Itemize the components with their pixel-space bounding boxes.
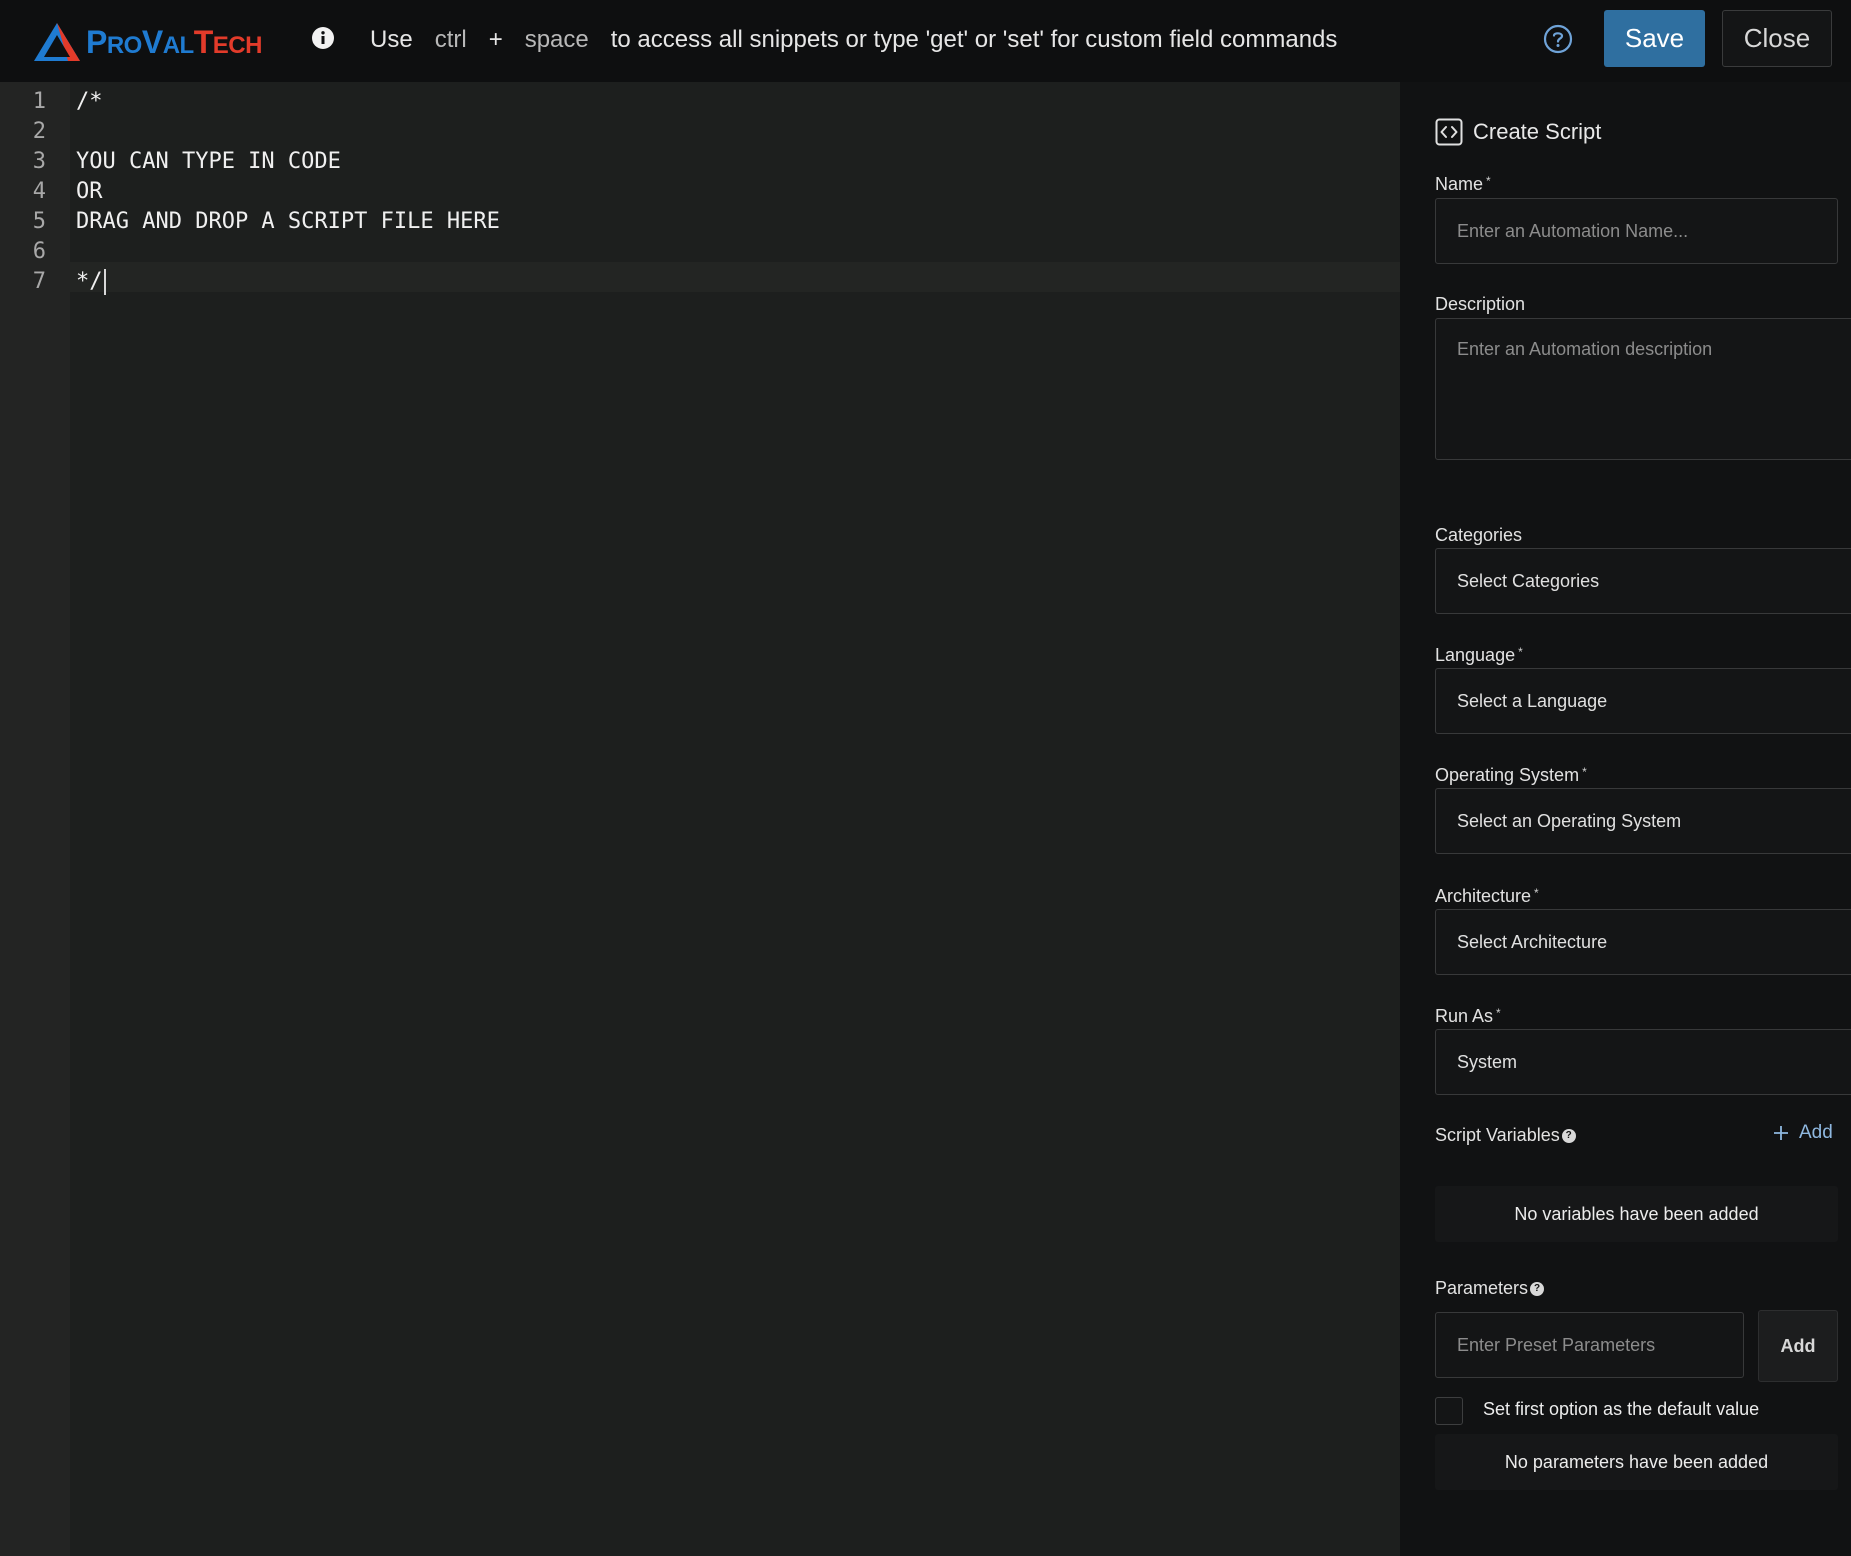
code-icon (1435, 118, 1463, 146)
provaltech-logo: PROVALTECH (32, 20, 262, 64)
language-select[interactable]: Select a Language (1435, 668, 1851, 734)
add-parameter-button[interactable]: Add (1758, 1310, 1838, 1382)
preset-parameters-input[interactable]: Enter Preset Parameters (1435, 1312, 1744, 1378)
code-line[interactable]: YOU CAN TYPE IN CODE (76, 147, 341, 177)
add-variable-button[interactable]: Add (1772, 1122, 1833, 1144)
name-label: Name * (1435, 174, 1491, 194)
panel-title: Create Script (1435, 118, 1601, 146)
snippet-hint: Use ctrl + space to access all snippets … (370, 20, 1337, 60)
name-input[interactable]: Enter an Automation Name... (1435, 198, 1838, 264)
code-line[interactable]: DRAG AND DROP A SCRIPT FILE HERE (76, 207, 500, 237)
active-line-highlight (70, 262, 1400, 292)
hint-plus: + (488, 26, 503, 53)
close-button[interactable]: Close (1722, 10, 1832, 67)
operating-system-label: Operating System * (1435, 765, 1587, 785)
default-option-label: Set first option as the default value (1483, 1399, 1760, 1419)
save-button[interactable]: Save (1604, 10, 1705, 67)
code-line-text: */ (76, 269, 103, 294)
parameters-label: Parameters? (1435, 1278, 1545, 1299)
hint-use: Use (370, 26, 413, 53)
line-number: 7 (32, 269, 46, 294)
script-variables-help-icon[interactable]: ? (1561, 1129, 1576, 1144)
hint-key-ctrl: ctrl (434, 26, 467, 53)
panel-title-text: Create Script (1473, 119, 1602, 144)
code-editor[interactable]: 1 2 3 4 5 6 7 /* YOU CAN TYPE IN CODE OR… (0, 82, 1400, 1556)
run-as-label: Run As * (1435, 1006, 1501, 1026)
parameters-empty-state: No parameters have been added (1435, 1434, 1838, 1490)
run-as-select[interactable]: System (1435, 1029, 1851, 1095)
logo-mark-icon (34, 23, 80, 61)
top-bar: PROVALTECH Use ctrl + space to access al… (0, 0, 1851, 82)
hint-key-space: space (524, 26, 589, 53)
line-number: 1 (32, 89, 46, 114)
architecture-label: Architecture * (1435, 886, 1539, 906)
hint-text: to access all snippets or type 'get' or … (610, 26, 1338, 53)
line-number: 6 (32, 239, 46, 264)
line-number: 5 (32, 209, 46, 234)
operating-system-select[interactable]: Select an Operating System (1435, 788, 1851, 854)
default-option-checkbox[interactable] (1435, 1397, 1463, 1425)
description-label: Description (1435, 294, 1526, 314)
line-number: 2 (32, 119, 46, 144)
line-number-gutter (0, 82, 70, 1556)
description-textarea[interactable]: Enter an Automation description (1435, 318, 1851, 460)
code-line-active[interactable]: */ (76, 267, 106, 297)
info-icon[interactable] (311, 26, 335, 50)
line-number: 3 (32, 149, 46, 174)
script-variables-label: Script Variables? (1435, 1125, 1576, 1146)
categories-label: Categories (1435, 525, 1523, 545)
text-cursor (103, 269, 106, 295)
add-variable-label: Add (1799, 1122, 1833, 1143)
variables-empty-state: No variables have been added (1435, 1186, 1838, 1242)
language-label: Language * (1435, 645, 1523, 665)
logo-text: PROVALTECH (86, 24, 262, 60)
code-line[interactable]: /* (76, 87, 103, 117)
parameters-help-icon[interactable]: ? (1530, 1282, 1545, 1297)
plus-icon (1774, 1126, 1788, 1140)
code-line[interactable]: OR (76, 177, 103, 207)
categories-select[interactable]: Select Categories (1435, 548, 1851, 614)
line-number: 4 (32, 179, 46, 204)
architecture-select[interactable]: Select Architecture (1435, 909, 1851, 975)
help-icon[interactable] (1543, 24, 1573, 54)
